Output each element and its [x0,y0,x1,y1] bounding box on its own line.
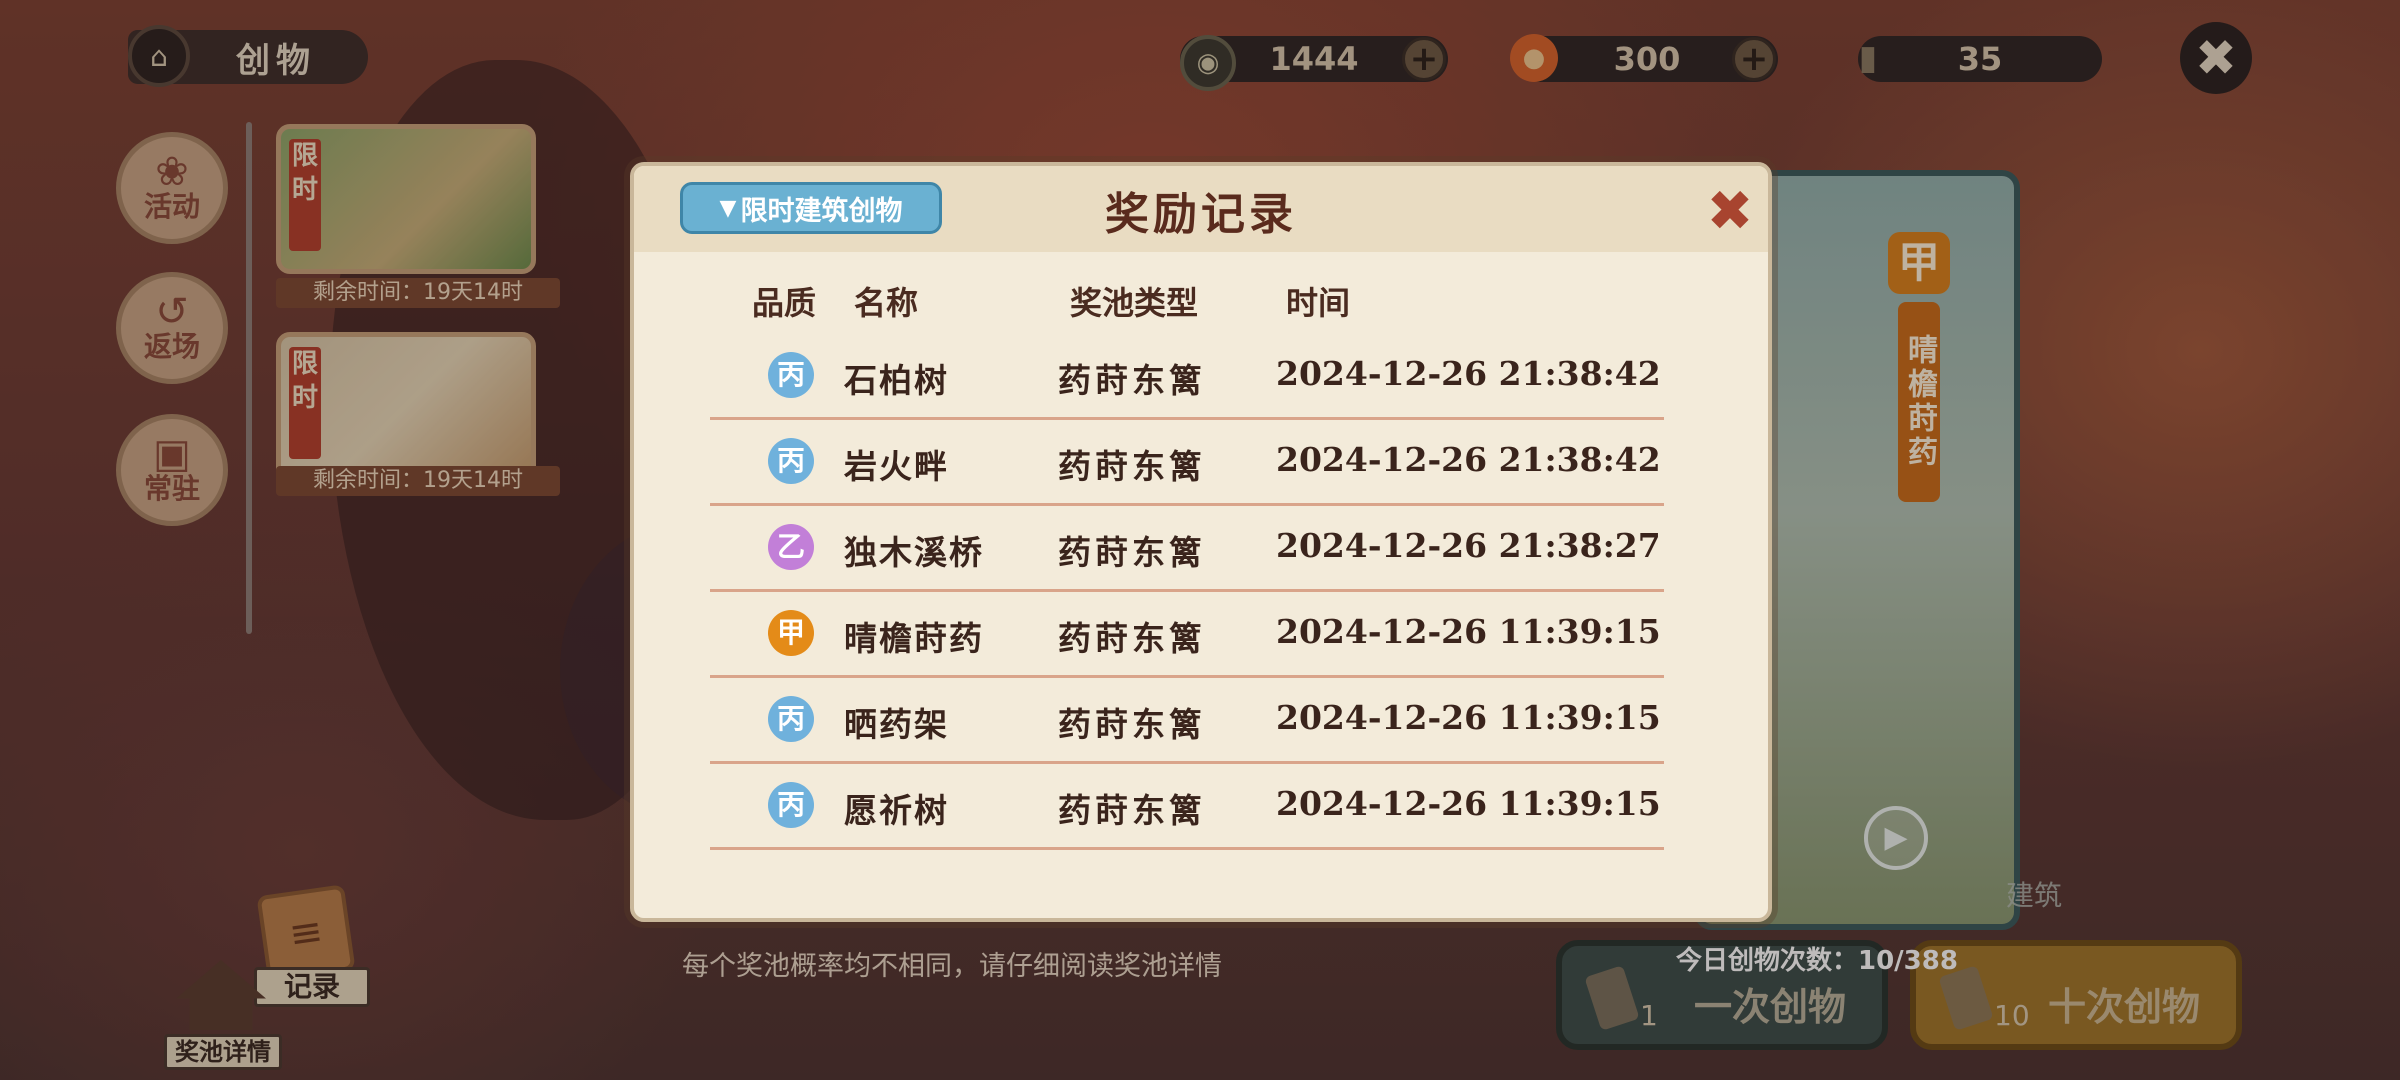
pool-type: 药莳东篱 [1058,791,1206,830]
column-header-name: 名称 [854,284,919,322]
pool-type: 药莳东篱 [1058,361,1206,400]
column-header-quality: 品质 [752,284,817,322]
quality-badge: 丙 [768,782,814,828]
record-list[interactable]: 丙 石柏树 药莳东篱 2024-12-26 21:38:42 丙 岩火畔 药莳东… [710,334,1664,894]
record-time: 2024-12-26 21:38:42 [1276,354,1661,393]
column-header-pool: 奖池类型 [1070,284,1199,322]
item-name: 晴檐莳药 [844,619,984,658]
table-row: 乙 独木溪桥 药莳东篱 2024-12-26 21:38:27 [710,506,1664,592]
quality-badge: 乙 [768,524,814,570]
dialog-close-button[interactable]: ✖ [1702,184,1758,240]
quality-badge: 丙 [768,352,814,398]
column-header-time: 时间 [1286,284,1351,322]
item-name: 愿祈树 [844,791,949,830]
pool-type: 药莳东篱 [1058,705,1206,744]
item-name: 石柏树 [844,361,949,400]
table-row: 丙 岩火畔 药莳东篱 2024-12-26 21:38:42 [710,420,1664,506]
record-time: 2024-12-26 21:38:27 [1276,526,1661,565]
quality-badge: 丙 [768,438,814,484]
table-row: 丙 晒药架 药莳东篱 2024-12-26 11:39:15 [710,678,1664,764]
record-time: 2024-12-26 11:39:15 [1276,612,1661,651]
table-row: 甲 晴檐莳药 药莳东篱 2024-12-26 11:39:15 [710,592,1664,678]
pool-type: 药莳东篱 [1058,533,1206,572]
record-time: 2024-12-26 11:39:15 [1276,784,1661,823]
dialog-title: 奖励记录 [1105,189,1297,240]
item-name: 晒药架 [844,705,949,744]
table-row: 丙 愿祈树 药莳东篱 2024-12-26 11:39:15 [710,764,1664,850]
pool-type: 药莳东篱 [1058,619,1206,658]
reward-record-dialog: ▼ 限时建筑创物 奖励记录 ✖ 品质 名称 奖池类型 时间 丙 石柏树 药莳东篱… [630,162,1772,922]
quality-badge: 甲 [768,610,814,656]
item-name: 独木溪桥 [844,533,984,572]
item-name: 岩火畔 [844,447,949,486]
pool-type: 药莳东篱 [1058,447,1206,486]
record-time: 2024-12-26 21:38:42 [1276,440,1661,479]
quality-badge: 丙 [768,696,814,742]
table-row: 丙 石柏树 药莳东篱 2024-12-26 21:38:42 [710,334,1664,420]
close-icon: ✖ [1706,179,1754,244]
record-time: 2024-12-26 11:39:15 [1276,698,1661,737]
